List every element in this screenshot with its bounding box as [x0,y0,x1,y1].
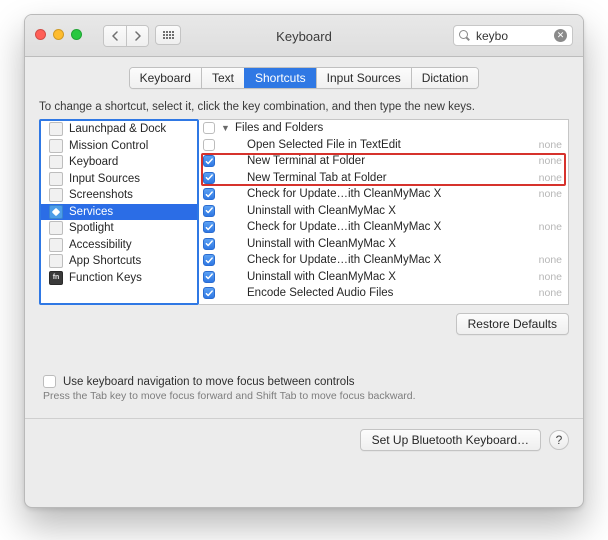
service-label: New Terminal Tab at Folder [235,172,533,184]
service-item[interactable]: Check for Update…ith CleanMyMac X none [199,252,568,269]
service-item[interactable]: Uninstall with CleanMyMac X [199,236,568,253]
category-accessibility[interactable]: Accessibility [41,237,197,254]
tab-dictation[interactable]: Dictation [411,68,479,88]
fn-icon: fn [49,271,63,285]
keyboard-nav-hint: Press the Tab key to move focus forward … [43,390,565,402]
service-label: Check for Update…ith CleanMyMac X [235,188,533,200]
instruction-text: To change a shortcut, select it, click t… [39,101,569,113]
shortcut-note: none [539,254,562,266]
category-label: Screenshots [69,189,133,201]
preferences-window: Keyboard ✕ KeyboardTextShortcutsInput So… [24,14,584,508]
category-list[interactable]: Launchpad & Dock Mission Control Keyboard I… [39,119,199,305]
checkbox-icon[interactable] [203,221,215,233]
category-label: Keyboard [69,156,118,168]
service-item[interactable]: Encode Selected Audio Files none [199,285,568,302]
service-label: Open Selected File in TextEdit [235,139,533,151]
service-label: New Terminal at Folder [235,155,533,167]
service-item[interactable]: Check for Update…ith CleanMyMac X none [199,186,568,203]
category-label: App Shortcuts [69,255,141,267]
shortcut-note: none [539,172,562,184]
category-input-sources[interactable]: Input Sources [41,171,197,188]
checkbox-icon[interactable] [203,271,215,283]
tab-keyboard[interactable]: Keyboard [130,68,201,88]
app-icon [49,254,63,268]
tab-bar: KeyboardTextShortcutsInput SourcesDictat… [25,67,583,89]
category-label: Launchpad & Dock [69,123,166,135]
tab-input-sources[interactable]: Input Sources [316,68,411,88]
category-mission-control[interactable]: Mission Control [41,138,197,155]
service-label: Encode Selected Audio Files [235,287,533,299]
disclosure-triangle-icon[interactable]: ▼ [221,123,229,133]
service-item[interactable]: Uninstall with CleanMyMac X none [199,269,568,286]
screenshots-icon [49,188,63,202]
restore-row: Restore Defaults [39,313,569,335]
category-app-shortcuts[interactable]: App Shortcuts [41,253,197,270]
input-icon [49,172,63,186]
category-label: Function Keys [69,272,142,284]
clear-search-icon[interactable]: ✕ [554,29,567,42]
titlebar: Keyboard ✕ [25,15,583,57]
category-launchpad-dock[interactable]: Launchpad & Dock [41,121,197,138]
service-label: Uninstall with CleanMyMac X [235,238,556,250]
accessibility-icon [49,238,63,252]
service-label: Check for Update…ith CleanMyMac X [235,221,533,233]
category-spotlight[interactable]: Spotlight [41,220,197,237]
category-label: Input Sources [69,173,140,185]
category-services[interactable]: Services [41,204,197,221]
category-label: Services [69,206,113,218]
launchpad-icon [49,122,63,136]
checkbox-icon[interactable] [203,122,215,134]
shortcut-note: none [539,139,562,151]
services-group-header[interactable]: ▼ Files and Folders [199,120,568,137]
footer: Set Up Bluetooth Keyboard… ? [25,419,583,461]
checkbox-icon [43,375,56,388]
service-item[interactable]: Open Selected File in TextEdit none [199,137,568,154]
category-label: Spotlight [69,222,114,234]
keyboard-icon [49,155,63,169]
checkbox-icon[interactable] [203,287,215,299]
services-list[interactable]: ▼ Files and Folders Open Selected File in … [199,119,569,305]
service-item[interactable]: Uninstall with CleanMyMac X [199,203,568,220]
service-label: Check for Update…ith CleanMyMac X [235,254,533,266]
shortcut-note: none [539,155,562,167]
tab-text[interactable]: Text [201,68,244,88]
group-label: Files and Folders [235,122,562,134]
shortcut-note: none [539,188,562,200]
service-item[interactable]: New Terminal Tab at Folder none [199,170,568,187]
shortcut-note: none [539,271,562,283]
checkbox-icon[interactable] [203,205,215,217]
mission-icon [49,139,63,153]
checkbox-icon[interactable] [203,188,215,200]
search-field[interactable]: ✕ [453,25,573,46]
keyboard-nav-checkbox[interactable]: Use keyboard navigation to move focus be… [43,375,565,388]
tab-shortcuts[interactable]: Shortcuts [244,68,316,88]
keyboard-nav-label: Use keyboard navigation to move focus be… [63,376,355,388]
shortcuts-split: Launchpad & Dock Mission Control Keyboard I… [39,119,569,305]
restore-defaults-button[interactable]: Restore Defaults [456,313,569,335]
search-input[interactable] [474,28,544,44]
help-button[interactable]: ? [549,430,569,450]
category-label: Mission Control [69,140,148,152]
spotlight-icon [49,221,63,235]
shortcut-note: none [539,287,562,299]
service-label: Uninstall with CleanMyMac X [235,271,533,283]
category-screenshots[interactable]: Screenshots [41,187,197,204]
service-item[interactable]: Check for Update…ith CleanMyMac X none [199,219,568,236]
shortcut-note: none [539,221,562,233]
category-function-keys[interactable]: fn Function Keys [41,270,197,287]
checkbox-icon[interactable] [203,254,215,266]
category-keyboard[interactable]: Keyboard [41,154,197,171]
service-label: Uninstall with CleanMyMac X [235,205,556,217]
checkbox-icon[interactable] [203,139,215,151]
checkbox-icon[interactable] [203,155,215,167]
service-item[interactable]: New Terminal at Folder none [199,153,568,170]
search-icon [459,30,470,41]
bluetooth-keyboard-button[interactable]: Set Up Bluetooth Keyboard… [360,429,541,451]
category-label: Accessibility [69,239,132,251]
services-icon [49,205,63,219]
checkbox-icon[interactable] [203,238,215,250]
checkbox-icon[interactable] [203,172,215,184]
